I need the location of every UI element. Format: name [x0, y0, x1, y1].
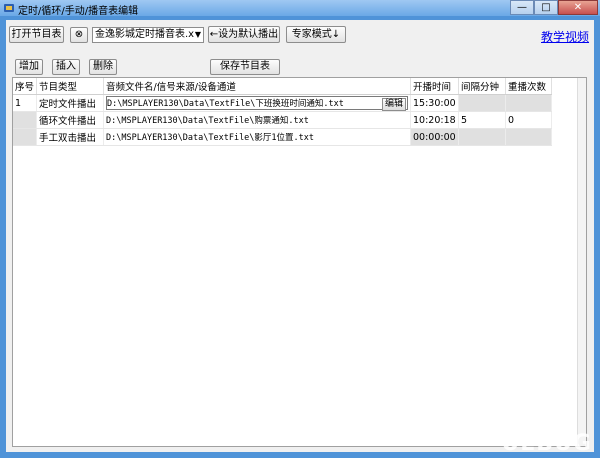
row-file[interactable]: D:\MSPLAYER130\Data\TextFile\购票通知.txt — [103, 111, 412, 129]
delete-button[interactable]: 删除 — [89, 59, 117, 75]
row-type[interactable]: 定时文件播出 — [36, 94, 105, 112]
row-type[interactable]: 循环文件播出 — [36, 111, 105, 129]
row-index — [13, 111, 38, 129]
row-file[interactable]: D:\MSPLAYER130\Data\TextFile\影厅1位置.txt — [103, 128, 412, 146]
column-header-file[interactable]: 音频文件名/信号来源/设备通道 — [103, 78, 412, 95]
expert-mode-button[interactable]: 专家模式↓ — [286, 26, 346, 43]
row-type[interactable]: 手工双击播出 — [36, 128, 105, 146]
close-button[interactable]: ✕ — [558, 0, 598, 15]
table-row[interactable]: 1 定时文件播出 D:\MSPLAYER130\Data\TextFile\下班… — [13, 94, 553, 112]
row-file-value: D:\MSPLAYER130\Data\TextFile\下班换班时间通知.tx… — [107, 99, 344, 109]
edit-button[interactable]: 编辑 — [382, 98, 407, 111]
insert-button[interactable]: 插入 — [52, 59, 80, 75]
table-row[interactable]: 手工双击播出 D:\MSPLAYER130\Data\TextFile\影厅1位… — [13, 128, 553, 146]
client-area: 打开节目表 ⊗ 金逸影城定时播音表.x ▼ ←设为默认播出 专家模式↓ 教学视频… — [6, 20, 594, 452]
vertical-scrollbar[interactable] — [577, 78, 586, 446]
clear-icon[interactable]: ⊗ — [70, 27, 88, 43]
set-default-button[interactable]: ←设为默认播出 — [208, 26, 280, 43]
add-button[interactable]: 增加 — [15, 59, 43, 75]
column-header-type[interactable]: 节目类型 — [36, 78, 105, 95]
row-start-time[interactable]: 10:20:18 — [410, 111, 460, 129]
save-schedule-button[interactable]: 保存节目表 — [210, 59, 280, 75]
row-interval[interactable] — [458, 94, 507, 112]
column-header-index[interactable]: 序号 — [13, 78, 38, 95]
app-window: 定时/循环/手动/播音表编辑 — □ ✕ 打开节目表 ⊗ 金逸影城定时播音表.x… — [0, 0, 600, 458]
row-start-time[interactable]: 15:30:00 — [410, 94, 460, 112]
table-row[interactable]: 循环文件播出 D:\MSPLAYER130\Data\TextFile\购票通知… — [13, 111, 553, 129]
window-title: 定时/循环/手动/播音表编辑 — [18, 6, 139, 17]
row-interval[interactable]: 5 — [458, 111, 507, 129]
watermark-logo: UEBUG — [501, 431, 592, 456]
row-file-input[interactable]: D:\MSPLAYER130\Data\TextFile\下班换班时间通知.tx… — [106, 96, 409, 111]
column-header-interval[interactable]: 间隔分钟 — [458, 78, 507, 95]
chevron-down-icon: ▼ — [194, 30, 201, 39]
schedule-combo[interactable]: 金逸影城定时播音表.x ▼ — [92, 27, 204, 43]
row-interval[interactable] — [458, 128, 507, 146]
maximize-button[interactable]: □ — [534, 0, 558, 15]
app-icon — [4, 4, 14, 12]
schedule-grid: 序号 节目类型 音频文件名/信号来源/设备通道 开播时间 间隔分钟 重播次数 1… — [13, 78, 553, 146]
row-repeat[interactable] — [505, 94, 553, 112]
column-header-start-time[interactable]: 开播时间 — [410, 78, 460, 95]
open-schedule-button[interactable]: 打开节目表 — [9, 26, 64, 43]
title-bar[interactable]: 定时/循环/手动/播音表编辑 — □ ✕ — [0, 0, 600, 17]
row-start-time[interactable]: 00:00:00 — [410, 128, 460, 146]
table-header-row: 序号 节目类型 音频文件名/信号来源/设备通道 开播时间 间隔分钟 重播次数 — [13, 78, 553, 95]
row-index — [13, 128, 38, 146]
schedule-combo-value: 金逸影城定时播音表.x — [95, 29, 195, 40]
row-index: 1 — [13, 94, 38, 112]
column-header-repeat[interactable]: 重播次数 — [505, 78, 553, 95]
row-repeat[interactable]: 0 — [505, 111, 553, 129]
row-file-cell[interactable]: D:\MSPLAYER130\Data\TextFile\下班换班时间通知.tx… — [103, 94, 412, 112]
tutorial-video-link[interactable]: 教学视频 — [541, 28, 589, 45]
row-repeat[interactable] — [505, 128, 553, 146]
minimize-button[interactable]: — — [510, 0, 534, 15]
schedule-table[interactable]: 序号 节目类型 音频文件名/信号来源/设备通道 开播时间 间隔分钟 重播次数 1… — [12, 77, 587, 447]
